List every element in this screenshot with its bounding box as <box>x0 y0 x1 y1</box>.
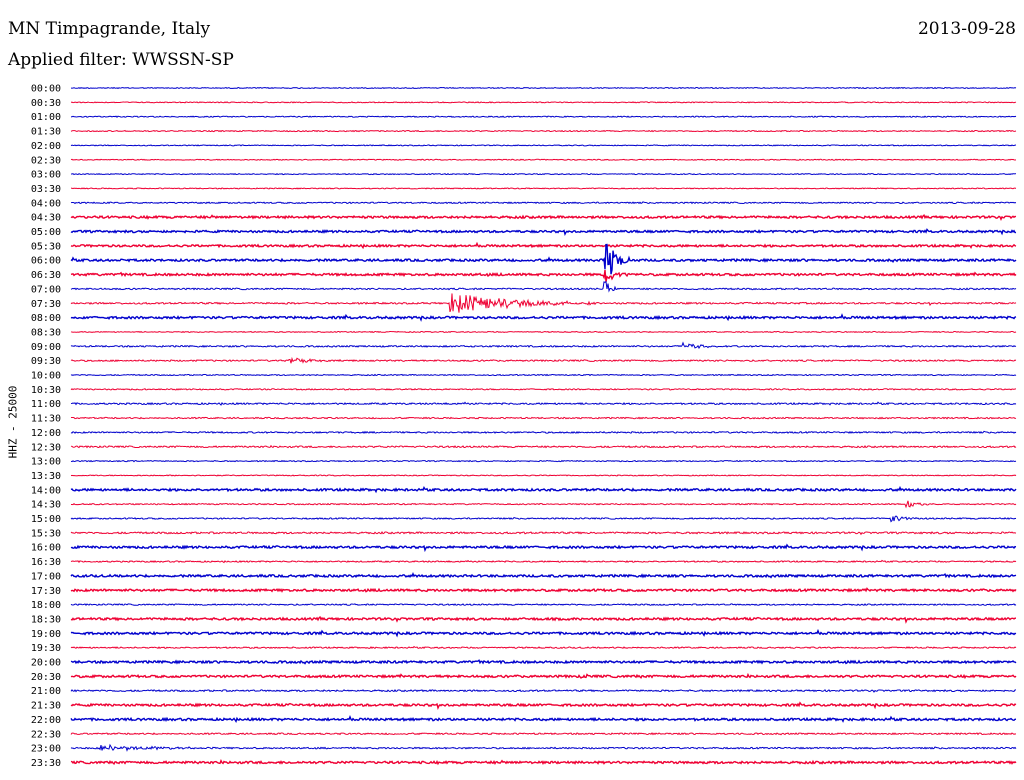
trace-row <box>70 672 1017 680</box>
trace-row <box>70 732 1017 736</box>
row-time-label: 08:30 <box>31 327 61 338</box>
trace-row <box>70 689 1017 693</box>
trace-row <box>70 474 1017 477</box>
trace-row <box>70 401 1017 406</box>
trace-row <box>70 485 1017 494</box>
row-time-label: 04:00 <box>31 198 61 209</box>
row-time-label: 23:00 <box>31 744 61 755</box>
trace-row <box>70 144 1017 147</box>
trace-row <box>70 388 1017 391</box>
trace-row <box>70 313 1017 322</box>
row-time-label: 21:00 <box>31 686 61 697</box>
row-time-label: 10:00 <box>31 371 61 382</box>
trace-row <box>70 645 1017 650</box>
trace-row <box>70 416 1017 420</box>
trace-row <box>70 758 1017 766</box>
row-time-label: 22:30 <box>31 729 61 740</box>
row-time-label: 15:00 <box>31 514 61 525</box>
trace-row <box>70 500 1017 509</box>
row-time-label: 12:30 <box>31 442 61 453</box>
row-time-label: 20:00 <box>31 658 61 669</box>
trace-row <box>70 615 1016 624</box>
row-time-label: 05:30 <box>31 241 61 252</box>
trace-row <box>70 743 1017 752</box>
row-time-label: 18:00 <box>31 600 61 611</box>
trace-row <box>70 214 1017 221</box>
helicorder-plot: 00:00 00:30 01:00 01:30 02:00 02:30 03:00 03:30… <box>31 84 1017 769</box>
row-time-label: 17:30 <box>31 586 61 597</box>
row-time-label: 01:30 <box>31 127 61 138</box>
trace-row <box>70 659 1017 665</box>
row-time-label: 05:00 <box>31 227 61 238</box>
trace-row <box>70 701 1017 710</box>
trace-row <box>70 531 1017 536</box>
row-time-label: 12:00 <box>31 428 61 439</box>
row-time-label: 14:30 <box>31 500 61 511</box>
trace-row <box>70 459 1017 463</box>
trace-row <box>70 543 1017 553</box>
trace-row <box>70 330 1017 334</box>
row-time-label: 10:30 <box>31 385 61 396</box>
trace-row <box>70 86 1017 90</box>
trace-row <box>70 241 1017 250</box>
row-time-label: 08:00 <box>31 313 61 324</box>
trace-row <box>70 228 1017 237</box>
trace-row <box>70 341 1017 350</box>
trace-row <box>70 628 1017 638</box>
row-time-label: 16:30 <box>31 557 61 568</box>
row-time-label: 09:30 <box>31 356 61 367</box>
trace-row <box>70 270 1017 283</box>
row-time-label: 02:00 <box>31 141 61 152</box>
trace-row <box>70 187 1017 190</box>
row-time-label: 02:30 <box>31 155 61 166</box>
trace-row <box>70 559 1017 564</box>
row-time-label: 00:30 <box>31 98 61 109</box>
row-time-label: 07:00 <box>31 284 61 295</box>
row-time-label: 20:30 <box>31 672 61 683</box>
row-time-label: 11:00 <box>31 399 61 410</box>
trace-row <box>70 587 1017 593</box>
row-time-label: 19:30 <box>31 643 61 654</box>
row-time-label: 13:00 <box>31 457 61 468</box>
trace-row <box>70 603 1017 607</box>
trace-row <box>70 293 1017 313</box>
row-time-label: 06:30 <box>31 270 61 281</box>
row-time-label: 19:00 <box>31 629 61 640</box>
trace-row <box>70 430 1017 434</box>
row-time-label: 11:30 <box>31 414 61 425</box>
trace-row <box>70 373 1017 377</box>
row-time-label: 15:30 <box>31 528 61 539</box>
row-time-label: 21:30 <box>31 701 61 712</box>
row-time-label: 00:00 <box>31 84 61 95</box>
row-time-label: 03:30 <box>31 184 61 195</box>
row-time-label: 09:00 <box>31 342 61 353</box>
row-time-label: 18:30 <box>31 614 61 625</box>
row-time-label: 13:30 <box>31 471 61 482</box>
trace-row <box>70 356 1017 364</box>
row-time-label: 14:00 <box>31 485 61 496</box>
row-time-label: 03:00 <box>31 170 61 181</box>
trace-row <box>70 444 1017 449</box>
row-time-label: 22:00 <box>31 715 61 726</box>
trace-row <box>70 158 1017 161</box>
trace-row <box>70 515 1017 523</box>
trace-row <box>70 201 1017 205</box>
trace-row <box>70 280 1017 293</box>
trace-row <box>70 115 1017 118</box>
trace-row <box>70 243 1017 275</box>
row-time-label: 17:00 <box>31 571 61 582</box>
row-time-label: 07:30 <box>31 299 61 310</box>
row-time-label: 16:00 <box>31 543 61 554</box>
trace-row <box>71 172 1017 176</box>
trace-row <box>70 714 1017 723</box>
trace-row <box>70 129 1017 133</box>
row-time-label: 06:00 <box>31 256 61 267</box>
trace-row <box>70 571 1017 579</box>
row-time-label: 23:30 <box>31 758 61 769</box>
trace-row <box>70 101 1017 104</box>
row-time-label: 01:00 <box>31 112 61 123</box>
row-time-label: 04:30 <box>31 213 61 224</box>
